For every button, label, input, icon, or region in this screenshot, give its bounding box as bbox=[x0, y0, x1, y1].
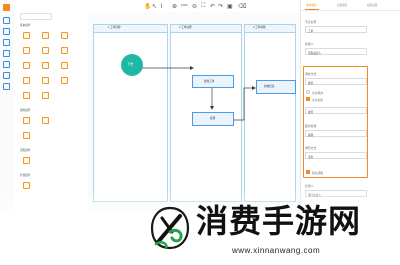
radio-button[interactable] bbox=[306, 90, 310, 94]
watermark-logo bbox=[150, 206, 190, 250]
redo-icon[interactable]: ↷ bbox=[218, 3, 223, 10]
section-3: 流程组件 bbox=[20, 149, 31, 152]
tab-active-underline bbox=[305, 9, 319, 10]
component-icon[interactable] bbox=[23, 182, 30, 189]
component-icon[interactable] bbox=[61, 62, 68, 69]
cursor-icon[interactable]: ↖ bbox=[152, 3, 157, 10]
task-label: 验收结束 bbox=[264, 85, 275, 88]
tab-advanced[interactable]: 高级属性 bbox=[337, 4, 347, 8]
component-icon[interactable] bbox=[42, 92, 49, 99]
field-label: 节点名称 bbox=[305, 20, 317, 24]
rail-item-icon[interactable] bbox=[3, 83, 10, 90]
task-label: 提交工单 bbox=[204, 80, 215, 83]
component-icon[interactable] bbox=[61, 32, 68, 39]
zoom-out-icon[interactable]: ⊖ bbox=[192, 3, 197, 10]
component-icon[interactable] bbox=[42, 47, 49, 54]
checkbox[interactable] bbox=[306, 170, 310, 174]
node-name-field[interactable]: 工单 bbox=[305, 26, 367, 33]
canvas[interactable]: 1 工单创建 2 工单处理 3 工单验收 开始 提交工单 处理 验收结束 bbox=[88, 12, 300, 214]
hand-icon[interactable]: ✋ bbox=[144, 3, 151, 10]
zoom-level: 100% bbox=[181, 4, 188, 7]
watermark-url: www.xinnanwang.com bbox=[232, 246, 321, 255]
rail-item-icon[interactable] bbox=[3, 61, 10, 68]
delete-icon[interactable]: ⌫ bbox=[238, 3, 246, 10]
radio-label: 允许转办 bbox=[312, 91, 324, 95]
rail-item-icon[interactable] bbox=[3, 17, 10, 24]
tab-permission[interactable]: 权限设置 bbox=[367, 4, 377, 8]
panel-tabs: 基本属性 高级属性 权限设置 bbox=[301, 2, 400, 11]
component-icon[interactable] bbox=[42, 117, 49, 124]
component-icon[interactable] bbox=[61, 47, 68, 54]
undo-icon[interactable]: ↶ bbox=[210, 3, 215, 10]
tab-basic[interactable]: 基本属性 bbox=[306, 4, 316, 8]
component-icon[interactable] bbox=[42, 32, 49, 39]
task-node[interactable]: 验收结束 bbox=[256, 80, 296, 94]
component-sidebar: 基本组件 通用组件 流程组件 扩展组件 bbox=[14, 0, 89, 214]
handler-field[interactable]: 流程发起人 bbox=[305, 48, 367, 55]
component-icon[interactable] bbox=[23, 47, 30, 54]
icon-rail bbox=[0, 0, 15, 214]
field-label: 审批方式 bbox=[305, 72, 317, 76]
rail-item-icon[interactable] bbox=[3, 28, 10, 35]
section-basic: 基本组件 bbox=[20, 24, 31, 27]
start-node[interactable]: 开始 bbox=[121, 54, 143, 76]
field-label: 处理人 bbox=[305, 42, 314, 46]
field-label: 抄送人 bbox=[305, 184, 314, 188]
notify-field[interactable]: 消息 bbox=[305, 152, 367, 159]
component-icon[interactable] bbox=[23, 92, 30, 99]
fit-icon[interactable]: ⛶ bbox=[201, 3, 205, 10]
canvas-toolbar: ✋ ↖ ⌇ ⊕ 100% ⊖ ⛶ ↶ ↷ ▣ ⌫ bbox=[88, 0, 300, 12]
checkbox[interactable] bbox=[306, 97, 310, 101]
section-4: 扩展组件 bbox=[20, 174, 31, 177]
watermark-text: 消费手游网 bbox=[196, 202, 362, 240]
field-label: 通知方式 bbox=[305, 146, 317, 150]
save-icon[interactable]: ▣ bbox=[227, 3, 233, 10]
rail-item-icon[interactable] bbox=[3, 50, 10, 57]
task-node[interactable]: 处理 bbox=[192, 112, 234, 126]
logo-icon bbox=[3, 4, 10, 11]
timeout-field[interactable]: 提醒 bbox=[305, 130, 367, 137]
checkbox-label: 短信通知 bbox=[312, 171, 324, 175]
field-label: 超时处理 bbox=[305, 124, 317, 128]
connector-icon[interactable]: ⌇ bbox=[160, 3, 163, 10]
component-icon[interactable] bbox=[23, 117, 30, 124]
zoom-in-icon[interactable]: ⊕ bbox=[172, 3, 177, 10]
component-icon[interactable] bbox=[42, 62, 49, 69]
component-icon[interactable] bbox=[61, 77, 68, 84]
task-label: 处理 bbox=[210, 117, 216, 120]
rail-item-icon[interactable] bbox=[3, 72, 10, 79]
component-icon[interactable] bbox=[23, 77, 30, 84]
checkbox-label: 允许加签 bbox=[312, 98, 324, 102]
rail-item-icon[interactable] bbox=[3, 39, 10, 46]
component-icon[interactable] bbox=[23, 132, 30, 139]
component-icon[interactable] bbox=[23, 62, 30, 69]
sidebar-search[interactable] bbox=[20, 13, 52, 20]
approval-option-field[interactable]: 或签 bbox=[305, 107, 367, 114]
component-icon[interactable] bbox=[23, 157, 30, 164]
component-icon[interactable] bbox=[23, 32, 30, 39]
component-icon[interactable] bbox=[42, 77, 49, 84]
section-2: 通用组件 bbox=[20, 109, 31, 112]
approval-mode-field[interactable]: 或签 bbox=[305, 78, 367, 85]
task-node[interactable]: 提交工单 bbox=[192, 75, 234, 88]
start-label: 开始 bbox=[128, 63, 134, 66]
